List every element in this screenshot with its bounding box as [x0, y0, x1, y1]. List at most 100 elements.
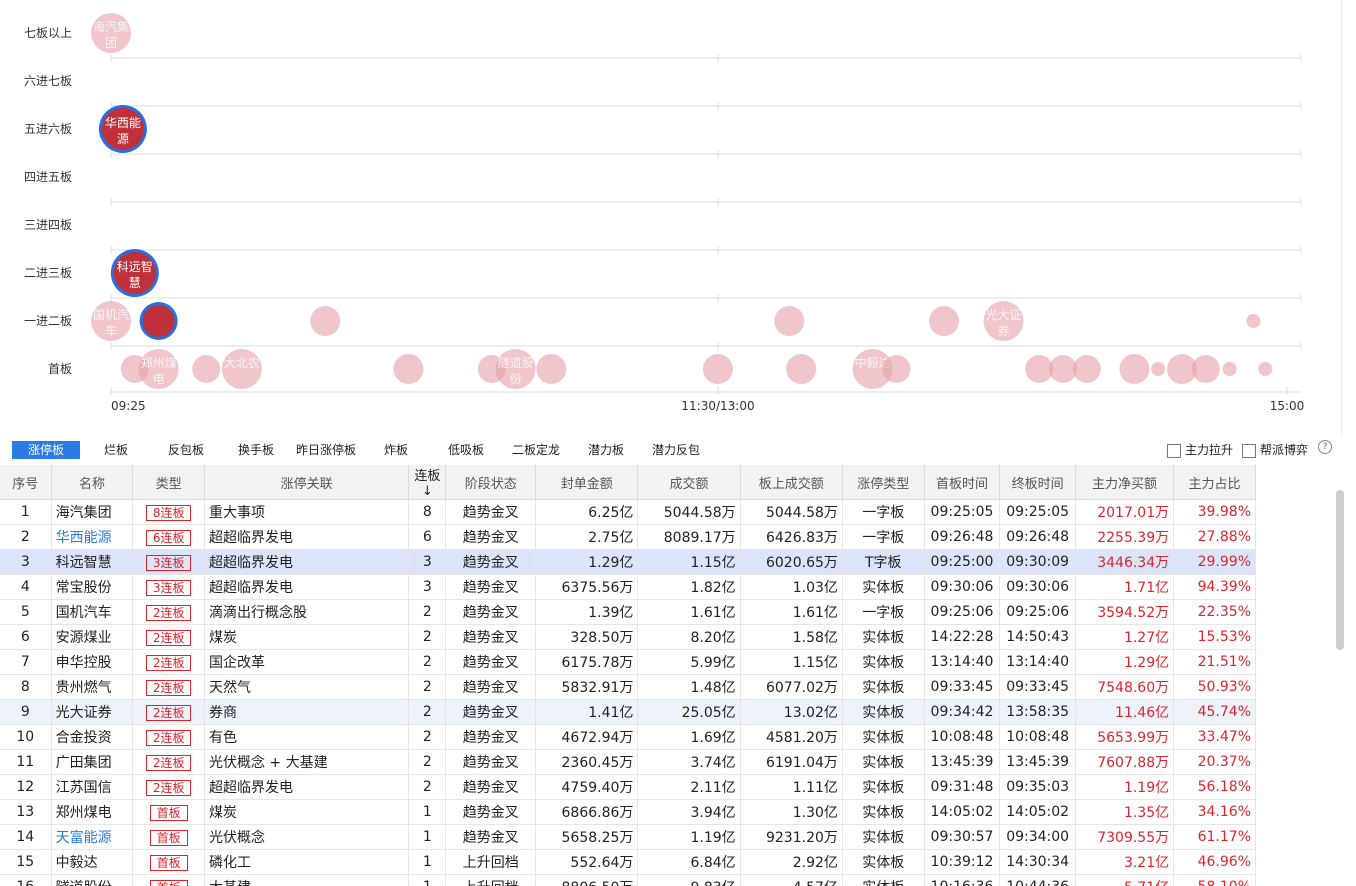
column-header[interactable]: 板上成交额 [740, 465, 843, 500]
table-row[interactable]: 15 中毅达 首板 磷化工 1 上升回档 552.64万 6.84亿 2.92亿 实体板 10:39… [0, 849, 1256, 875]
table-row[interactable]: 2 华西能源 6连板 超超临界发电 6 趋势金叉 2.75亿 8089.17万 6426.83万… [0, 524, 1256, 550]
table-cell: 09:30:09 [999, 549, 1076, 575]
table-cell[interactable]: 国机汽车 [51, 599, 134, 625]
table-row[interactable]: 9 光大证券 2连板 券商 2 趋势金叉 1.41亿 25.05亿 13.02亿 实体板 09:34… [0, 699, 1256, 725]
table-cell[interactable]: 安源煤业 [51, 624, 134, 650]
table-row[interactable]: 11 广田集团 2连板 光伏概念 + 大基建 2 趋势金叉 2360.45万 3.74亿 619… [0, 749, 1256, 775]
table-cell[interactable]: 江苏国信 [51, 774, 134, 800]
tab-1[interactable]: 涨停板 [12, 441, 80, 459]
column-header[interactable]: 阶段状态 [445, 465, 537, 500]
table-cell[interactable]: 隧道股份 [51, 874, 134, 886]
column-header[interactable]: 类型 [132, 465, 205, 500]
checkbox-box[interactable] [1242, 443, 1256, 458]
table-row[interactable]: 16隧道股份首板大基建1上升回档8806.50万9.83亿4.57亿实体板10:… [0, 874, 1256, 886]
table-cell: 1.30亿 [740, 799, 843, 825]
column-header[interactable]: 主力净买额 [1075, 465, 1175, 500]
column-header[interactable]: 首板时间 [924, 465, 1001, 500]
table-cell: 超超临界发电 [204, 574, 410, 600]
table-row[interactable]: 12 江苏国信 2连板 超超临界发电 2 趋势金叉 4759.40万 2.11亿 1.11亿 实体… [0, 774, 1256, 800]
table-row[interactable]: 8 贵州燃气 2连板 天然气 2 趋势金叉 5832.91万 1.48亿 6077.02万 实体板… [0, 674, 1256, 700]
table-cell[interactable]: 华西能源 [51, 524, 134, 550]
table-cell[interactable]: 广田集团 [51, 749, 134, 775]
table-row[interactable]: 13 郑州煤电 首板 煤炭 1 趋势金叉 6866.86万 3.94亿 1.30亿 实体板 14:0… [0, 799, 1256, 825]
column-header[interactable]: 主力占比 [1173, 465, 1256, 500]
column-header[interactable]: 名称 [51, 465, 134, 500]
table-cell: 上升回档 [445, 849, 537, 875]
table-row[interactable]: 1 海汽集团 8连板 重大事项 8 趋势金叉 6.25亿 5044.58万 5044.58万 一字… [0, 499, 1256, 525]
table-cell[interactable]: 光大证券 [51, 699, 134, 725]
table-cell[interactable]: 常宝股份 [51, 574, 134, 600]
column-header[interactable]: 序号 [0, 465, 52, 500]
table-cell: 大基建 [204, 874, 410, 886]
table-row[interactable]: 6 安源煤业 2连板 煤炭 2 趋势金叉 328.50万 8.20亿 1.58亿 实体板 14:22… [0, 624, 1256, 650]
table-cell: 8089.17万 [637, 524, 741, 550]
table-cell: 上升回档 [445, 874, 537, 886]
table-cell[interactable]: 贵州燃气 [51, 674, 134, 700]
table-cell: 09:34:00 [999, 824, 1076, 850]
column-header[interactable]: 涨停关联 [204, 465, 410, 500]
table-cell: 趋势金叉 [445, 724, 537, 750]
table-cell: 首板 [132, 874, 205, 886]
table-cell[interactable]: 海汽集团 [51, 499, 134, 525]
table-cell: 9 [0, 699, 52, 725]
table-cell[interactable]: 合金投资 [51, 724, 134, 750]
streak-badge: 首板 [149, 855, 188, 871]
table-row[interactable]: 4 常宝股份 3连板 超超临界发电 3 趋势金叉 6375.56万 1.82亿 1.03亿 实体板… [0, 574, 1256, 600]
right-panel-edge [1341, 0, 1356, 436]
tab-5[interactable]: 昨日涨停板 [290, 441, 362, 459]
tab-3[interactable]: 反包板 [152, 441, 220, 459]
column-header[interactable]: 封单金额 [535, 465, 639, 500]
table-cell: 2.92亿 [740, 849, 843, 875]
table-cell: 1.82亿 [637, 574, 741, 600]
table-row[interactable]: 3 科远智慧 3连板 超超临界发电 3 趋势金叉 1.29亿 1.15亿 6020.65万 T字板… [0, 549, 1256, 575]
table-cell: 09:25:05 [999, 499, 1076, 525]
bubble-label: 国机汽 [93, 307, 129, 322]
table-scrollbar[interactable] [1336, 490, 1344, 650]
tab-8[interactable]: 二板定龙 [500, 441, 572, 459]
table-cell[interactable]: 中毅达 [51, 849, 134, 875]
table-cell: 5.99亿 [637, 649, 741, 675]
table-row[interactable]: 5 国机汽车 2连板 滴滴出行概念股 2 趋势金叉 1.39亿 1.61亿 1.61亿 一字板 09… [0, 599, 1256, 625]
column-header[interactable]: 成交额 [637, 465, 741, 500]
tab-6[interactable]: 炸板 [370, 441, 422, 459]
table-cell: 1.19亿 [637, 824, 741, 850]
streak-badge: 3连板 [145, 555, 192, 571]
bubble-label: 隧道股 [498, 355, 534, 370]
table-cell: 13:14:40 [924, 649, 1001, 675]
table-cell: 首板 [132, 799, 205, 825]
y-tick-label: 五进六板 [24, 122, 72, 136]
table-row[interactable]: 7 申华控股 2连板 国企改革 2 趋势金叉 6175.78万 5.99亿 1.15亿 实体板 13… [0, 649, 1256, 675]
table-row[interactable]: 10 合金投资 2连板 有色 2 趋势金叉 4672.94万 1.69亿 4581.20万 实体板… [0, 724, 1256, 750]
table-cell: 趋势金叉 [445, 674, 537, 700]
y-tick-label: 三进四板 [24, 218, 72, 232]
stock-bubble [1151, 362, 1166, 376]
table-cell[interactable]: 申华控股 [51, 649, 134, 675]
table-cell: 光伏概念 [204, 824, 410, 850]
tab-7[interactable]: 低吸板 [432, 441, 500, 459]
tab-2[interactable]: 烂板 [86, 441, 146, 459]
table-cell: 13.02亿 [740, 699, 843, 725]
table-cell: 1.61亿 [637, 599, 741, 625]
column-header[interactable]: 连板↓ [408, 465, 447, 500]
checkbox-2[interactable]: 帮派博弈 [1242, 442, 1308, 458]
tab-10[interactable]: 潜力反包 [640, 441, 712, 459]
table-cell: 首板 [132, 849, 205, 875]
table-cell: 2 [408, 624, 447, 650]
table-cell: 国企改革 [204, 649, 410, 675]
column-header[interactable]: 终板时间 [999, 465, 1076, 500]
table-cell[interactable]: 天富能源 [51, 824, 134, 850]
tab-4[interactable]: 换手板 [222, 441, 290, 459]
limit-up-ladder-chart: 七板以上六进七板五进六板四进五板三进四板二进三板一进二板首板 09:25 11:30… [24, 13, 1304, 413]
table-row[interactable]: 14 天富能源 首板 光伏概念 1 趋势金叉 5658.25万 1.19亿 9231.20万 实体… [0, 824, 1256, 850]
table-cell[interactable]: 郑州煤电 [51, 799, 134, 825]
table-cell[interactable]: 科远智慧 [51, 549, 134, 575]
stock-bubble [310, 306, 341, 336]
table-cell: 2连板 [132, 749, 205, 775]
checkbox-1[interactable]: 主力拉升 [1167, 442, 1233, 458]
column-header[interactable]: 涨停类型 [842, 465, 925, 500]
help-icon[interactable]: ? [1318, 440, 1332, 454]
table-cell: 16 [0, 874, 52, 886]
checkbox-box[interactable] [1167, 443, 1181, 458]
tab-9[interactable]: 潜力板 [576, 441, 636, 459]
table-cell: 1.35亿 [1075, 799, 1175, 825]
